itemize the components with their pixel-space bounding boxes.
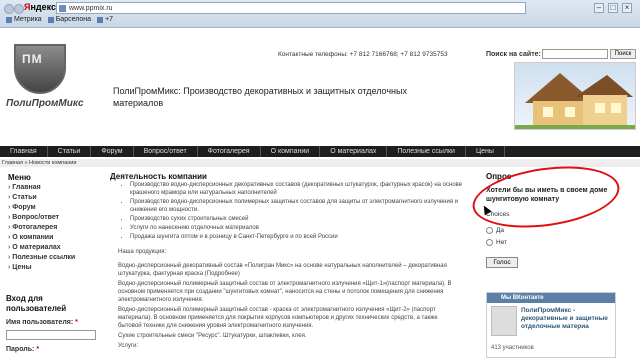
bookmark-item[interactable]: Барселона [47, 16, 92, 23]
product-item: Водно-дисперсионный полимерный защитный … [118, 281, 452, 303]
nav-item-materials[interactable]: О материалах [320, 146, 388, 157]
contact-phones: Контактные телефоны: +7 812 7166768; +7 … [278, 51, 448, 58]
bookmark-label: Метрика [14, 16, 42, 23]
list-item: Услуги по нанесению отделочных материало… [130, 224, 470, 232]
sidebar-item-about[interactable]: О компании [8, 233, 75, 243]
yandex-rest: ндекс [30, 2, 57, 12]
bookmark-item[interactable]: Метрика [6, 16, 42, 23]
radio-button[interactable] [486, 227, 493, 234]
password-label: Пароль: * [6, 346, 39, 353]
poll-choices-label: Choices [486, 211, 510, 218]
maximize-icon[interactable]: □ [608, 3, 618, 13]
barcelona-icon [47, 16, 54, 23]
sidebar-item-materials[interactable]: О материалах [8, 243, 75, 253]
house-image [514, 62, 636, 130]
weather-icon [97, 16, 104, 23]
nav-item-gallery[interactable]: Фотогалерея [198, 146, 261, 157]
product-item: Водно-дисперсионный полимерный защитный … [118, 307, 438, 329]
bookmarks-bar: Метрика Барселона +7 [6, 16, 113, 23]
yandex-logo[interactable]: Яндекс [24, 2, 56, 12]
sidebar-item-gallery[interactable]: Фотогалерея [8, 223, 75, 233]
metrica-icon [6, 16, 12, 23]
sidebar-menu: Главная Статьи Форум Вопрос/ответ Фотога… [8, 183, 75, 273]
browser-toolbar: Яндекс www.ppmix.ru – □ × Метрика Барсел… [0, 0, 640, 28]
poll-option-label: Да [496, 227, 505, 234]
minimize-icon[interactable]: – [594, 3, 604, 13]
bookmark-label: +7 [105, 16, 114, 23]
sidebar-item-prices[interactable]: Цены [8, 263, 75, 273]
close-icon[interactable]: × [622, 3, 632, 13]
logo-mark-text: ПМ [22, 52, 43, 66]
username-field[interactable] [6, 330, 96, 340]
vote-button[interactable]: Голос [486, 257, 518, 268]
sidebar-item-links[interactable]: Полезные ссылки [8, 253, 75, 263]
radio-button[interactable] [486, 239, 493, 246]
nav-item-about[interactable]: О компании [261, 146, 321, 157]
vk-widget: Мы ВКонтакте ПолиПромМикс - декоративные… [486, 292, 616, 358]
products-heading: Наша продукция: [118, 249, 167, 255]
main-nav: Главная Статьи Форум Вопрос/ответ Фотога… [0, 146, 640, 157]
bookmark-item[interactable]: +7 [97, 16, 113, 23]
address-bar[interactable]: www.ppmix.ru [56, 2, 526, 14]
nav-item-forum[interactable]: Форум [91, 146, 134, 157]
highlight-circle [468, 157, 624, 237]
activities-list: Производство водно-дисперсионных декорат… [130, 181, 470, 242]
sidebar-title: Меню [8, 173, 31, 182]
nav-item-home[interactable]: Главная [0, 146, 48, 157]
logo-text[interactable]: ПолиПромМикс [6, 98, 84, 109]
poll-option-yes[interactable]: Да [486, 227, 504, 234]
bookmark-label: Барселона [55, 16, 92, 23]
search-button[interactable]: Поиск [610, 49, 636, 59]
poll-option-no[interactable]: Нет [486, 239, 507, 246]
site-title: ПолиПромМикс: Производство декоративных … [113, 86, 407, 108]
search-label: Поиск на сайте: [486, 51, 541, 58]
services-heading: Услуги: [118, 343, 139, 349]
list-item: Продажа шунгита оптом и в розницу в Санк… [130, 233, 470, 241]
sidebar-item-articles[interactable]: Статьи [8, 193, 75, 203]
products-list: Водно-дисперсионный декоративный состав … [118, 262, 458, 342]
search-input[interactable] [542, 49, 608, 59]
nav-item-faq[interactable]: Вопрос/ответ [134, 146, 198, 157]
required-mark: * [75, 319, 78, 326]
nav-item-articles[interactable]: Статьи [48, 146, 92, 157]
sidebar-item-forum[interactable]: Форум [8, 203, 75, 213]
vk-members-count: 413 участников [491, 345, 534, 351]
sidebar-item-faq[interactable]: Вопрос/ответ [8, 213, 75, 223]
nav-item-prices[interactable]: Цены [466, 146, 505, 157]
breadcrumb[interactable]: Главная » Новости компании [0, 159, 640, 167]
username-label: Имя пользователя: * [6, 319, 78, 326]
vk-header[interactable]: Мы ВКонтакте [487, 293, 615, 303]
required-mark: * [36, 346, 40, 353]
list-item: Производство сухих строительных смесей [130, 215, 470, 223]
product-item: Водно-дисперсионный декоративный состав … [118, 263, 447, 277]
sidebar-item-home[interactable]: Главная [8, 183, 75, 193]
login-title: Вход для пользователей [6, 294, 67, 313]
main-title: Деятельность компании [110, 172, 207, 181]
logo-icon[interactable]: ПМ [14, 44, 66, 94]
password-label-text: Пароль: [6, 346, 35, 353]
url-text: www.ppmix.ru [69, 5, 113, 12]
poll-option-label: Нет [496, 239, 508, 246]
list-item: Производство водно-дисперсионных полимер… [130, 198, 470, 214]
username-label-text: Имя пользователя: [6, 319, 74, 326]
forward-icon[interactable] [14, 4, 24, 14]
nav-item-links[interactable]: Полезные ссылки [387, 146, 466, 157]
product-item: Сухие строительные смеси "Ресурс". Штука… [118, 333, 307, 339]
page-icon [59, 5, 66, 12]
vk-group-name[interactable]: ПолиПромМикс - декоративные и защитные о… [521, 307, 613, 331]
vk-group-avatar[interactable] [491, 306, 517, 336]
back-icon[interactable] [4, 4, 14, 14]
list-item: Производство водно-дисперсионных декорат… [130, 181, 470, 197]
